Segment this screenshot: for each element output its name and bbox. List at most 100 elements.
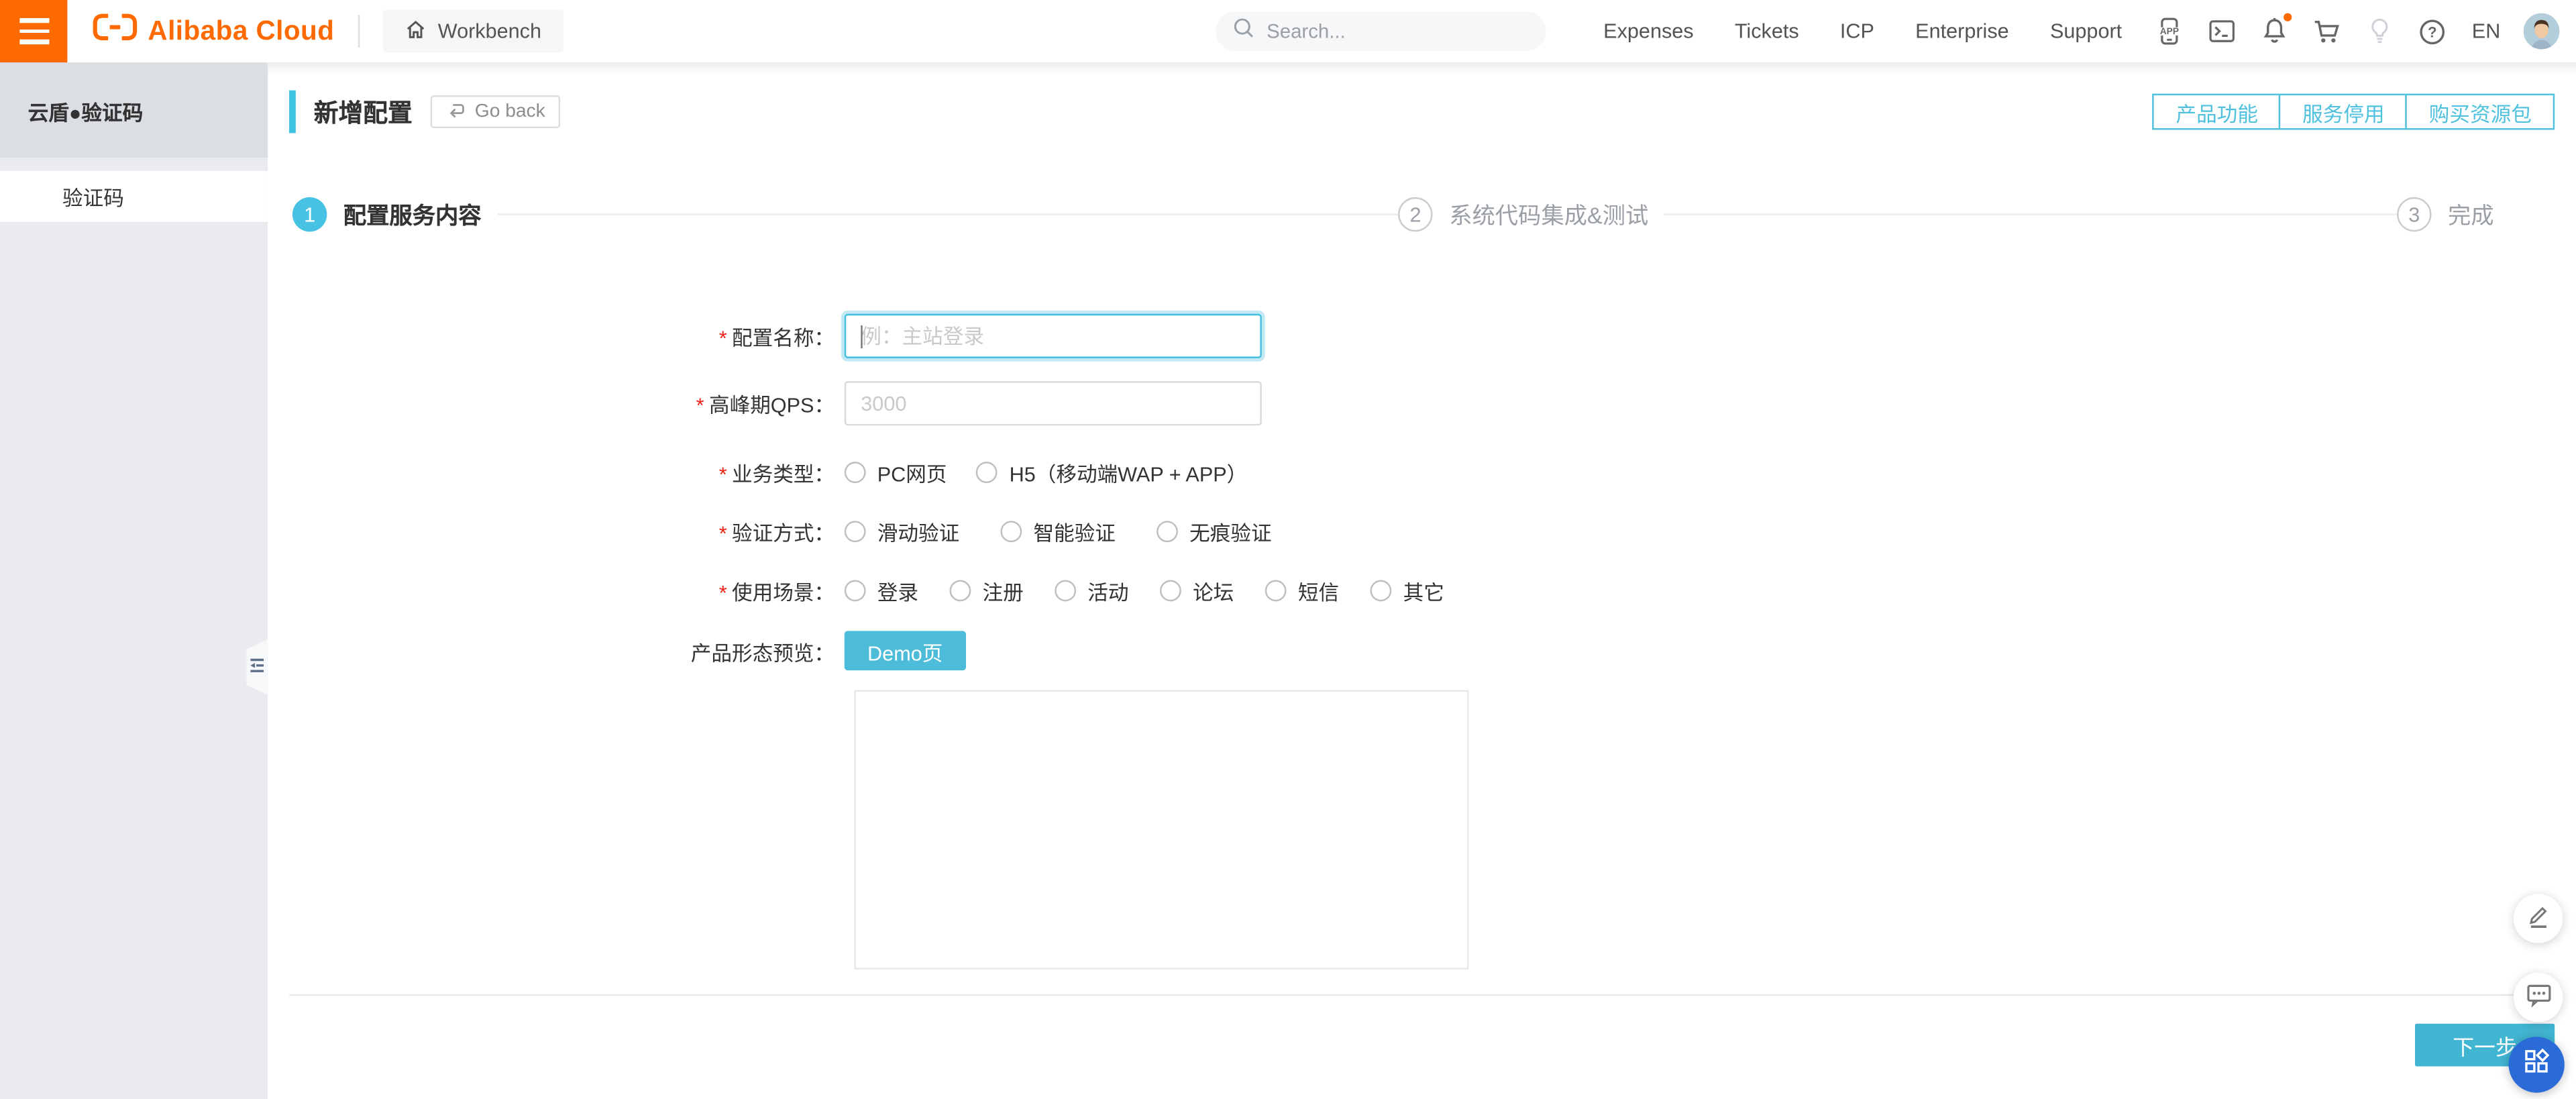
go-back-label: Go back	[474, 101, 545, 122]
alibaba-cloud-wordmark: Alibaba Cloud	[148, 15, 335, 46]
mobile-app-icon[interactable]: APP	[2155, 16, 2184, 46]
step-3-circle: 3	[2397, 197, 2432, 232]
radio-icon	[1055, 580, 1077, 602]
top-nav: Expenses Tickets ICP Enterprise Support	[1603, 19, 2122, 42]
bottom-divider	[289, 994, 2544, 996]
radio-icon	[949, 580, 971, 602]
app-window: Alibaba Cloud Workbench Expenses Tickets…	[0, 0, 2576, 1099]
verify-method-label: * 验证方式：	[718, 522, 835, 546]
demo-page-button[interactable]: Demo页	[844, 631, 966, 671]
radio-icon	[1157, 521, 1178, 543]
text-caret	[861, 325, 863, 349]
lightbulb-icon[interactable]	[2365, 16, 2395, 46]
workbench-button[interactable]: Workbench	[382, 9, 563, 53]
grid-apps-icon	[2522, 1046, 2551, 1084]
usage-scene-label: * 使用场景：	[718, 581, 835, 605]
svg-text:?: ?	[2428, 23, 2437, 40]
collapse-icon	[250, 652, 264, 682]
header-shadow	[268, 62, 2576, 74]
app-launcher-fab[interactable]	[2508, 1037, 2565, 1093]
config-name-input[interactable]	[844, 313, 1262, 358]
peak-qps-row: * 高峰期QPS：	[268, 381, 2576, 426]
nav-support[interactable]: Support	[2050, 19, 2122, 42]
preview-row: 产品形态预览： Demo页	[268, 631, 2576, 671]
step-connector	[498, 213, 1399, 215]
radio-icon	[1160, 580, 1181, 602]
verify-method-options: 滑动验证 智能验证 无痕验证	[844, 516, 1272, 547]
required-mark: *	[696, 394, 704, 418]
step-2-circle: 2	[1398, 197, 1433, 232]
main-content: 新增配置 Go back 产品功能 服务停用 购买资源包 1 配置服务内容 2 …	[268, 62, 2576, 1099]
usage-scene-row: * 使用场景： 登录 注册 活动 论坛 短信 其它	[268, 575, 2576, 607]
radio-register[interactable]: 注册	[949, 575, 1024, 607]
disable-service-button[interactable]: 服务停用	[2279, 93, 2408, 130]
step-indicator: 1 配置服务内容 2 系统代码集成&测试 3 完成	[268, 197, 2576, 232]
required-mark: *	[718, 463, 727, 486]
sidebar-collapse-handle[interactable]	[246, 639, 268, 695]
search-input[interactable]	[1267, 19, 1513, 43]
chat-support-fab[interactable]	[2513, 972, 2563, 1023]
help-icon[interactable]: ?	[2418, 16, 2447, 46]
page-title: 新增配置	[313, 99, 413, 127]
step-2-label: 系统代码集成&测试	[1449, 201, 1649, 228]
step-3-label: 完成	[2447, 201, 2494, 228]
footer-actions: 下一步	[268, 1023, 2576, 1067]
nav-icp[interactable]: ICP	[1840, 19, 1874, 42]
go-back-button[interactable]: Go back	[430, 95, 560, 129]
required-mark: *	[718, 581, 727, 605]
step-connector	[1664, 213, 2398, 215]
feedback-pencil-fab[interactable]	[2513, 894, 2563, 943]
radio-activity[interactable]: 活动	[1055, 575, 1129, 607]
peak-qps-input[interactable]	[844, 381, 1262, 426]
notification-dot	[2283, 13, 2292, 21]
radio-icon	[1000, 521, 1022, 543]
search-icon	[1232, 15, 1255, 47]
radio-slide-verify[interactable]: 滑动验证	[844, 516, 959, 547]
nav-expenses[interactable]: Expenses	[1603, 19, 1693, 42]
radio-sms[interactable]: 短信	[1265, 575, 1339, 607]
nav-enterprise[interactable]: Enterprise	[1915, 19, 2009, 42]
cart-icon[interactable]	[2312, 16, 2342, 46]
radio-forum[interactable]: 论坛	[1160, 575, 1234, 607]
radio-login[interactable]: 登录	[844, 575, 918, 607]
pencil-icon	[2525, 901, 2551, 935]
verify-method-row: * 验证方式： 滑动验证 智能验证 无痕验证	[268, 516, 2576, 547]
title-accent-bar	[289, 90, 296, 134]
radio-icon	[1265, 580, 1287, 602]
required-mark: *	[718, 522, 727, 546]
peak-qps-label: * 高峰期QPS：	[696, 394, 835, 418]
radio-icon	[1370, 580, 1392, 602]
sidebar: 云盾●验证码 验证码	[0, 62, 268, 1099]
alibaba-cloud-logo[interactable]: Alibaba Cloud	[92, 11, 334, 51]
radio-icon	[976, 462, 998, 484]
business-type-label: * 业务类型：	[718, 463, 835, 486]
header-divider	[357, 15, 360, 48]
product-features-button[interactable]: 产品功能	[2153, 93, 2282, 130]
svg-text:APP: APP	[2160, 26, 2179, 36]
radio-pc-web[interactable]: PC网页	[844, 457, 947, 488]
radio-smart-verify[interactable]: 智能验证	[1000, 516, 1116, 547]
language-switcher[interactable]: EN	[2472, 19, 2501, 42]
global-search[interactable]	[1216, 11, 1546, 51]
step-1-circle: 1	[292, 197, 327, 232]
page-action-buttons: 产品功能 服务停用 购买资源包	[2153, 93, 2555, 130]
sidebar-item-captcha[interactable]: 验证码	[0, 170, 268, 222]
user-avatar[interactable]	[2523, 13, 2560, 50]
config-name-label: * 配置名称：	[718, 327, 835, 350]
buy-resource-pack-button[interactable]: 购买资源包	[2406, 93, 2555, 130]
business-type-options: PC网页 H5（移动端WAP + APP）	[844, 457, 1247, 488]
cli-terminal-icon[interactable]	[2208, 16, 2237, 46]
step-1-label: 配置服务内容	[343, 201, 482, 228]
radio-other[interactable]: 其它	[1370, 575, 1444, 607]
notifications-bell-icon[interactable]	[2260, 13, 2292, 46]
radio-icon	[844, 580, 866, 602]
nav-tickets[interactable]: Tickets	[1735, 19, 1799, 42]
config-name-row: * 配置名称：	[268, 313, 2576, 358]
hamburger-menu-button[interactable]	[0, 0, 68, 63]
radio-h5[interactable]: H5（移动端WAP + APP）	[976, 457, 1247, 488]
preview-label: 产品形态预览：	[690, 641, 835, 665]
radio-traceless-verify[interactable]: 无痕验证	[1157, 516, 1272, 547]
business-type-row: * 业务类型： PC网页 H5（移动端WAP + APP）	[268, 457, 2576, 488]
chat-bubble-icon	[2524, 980, 2553, 1014]
top-icon-group: APP ?	[2155, 13, 2447, 46]
